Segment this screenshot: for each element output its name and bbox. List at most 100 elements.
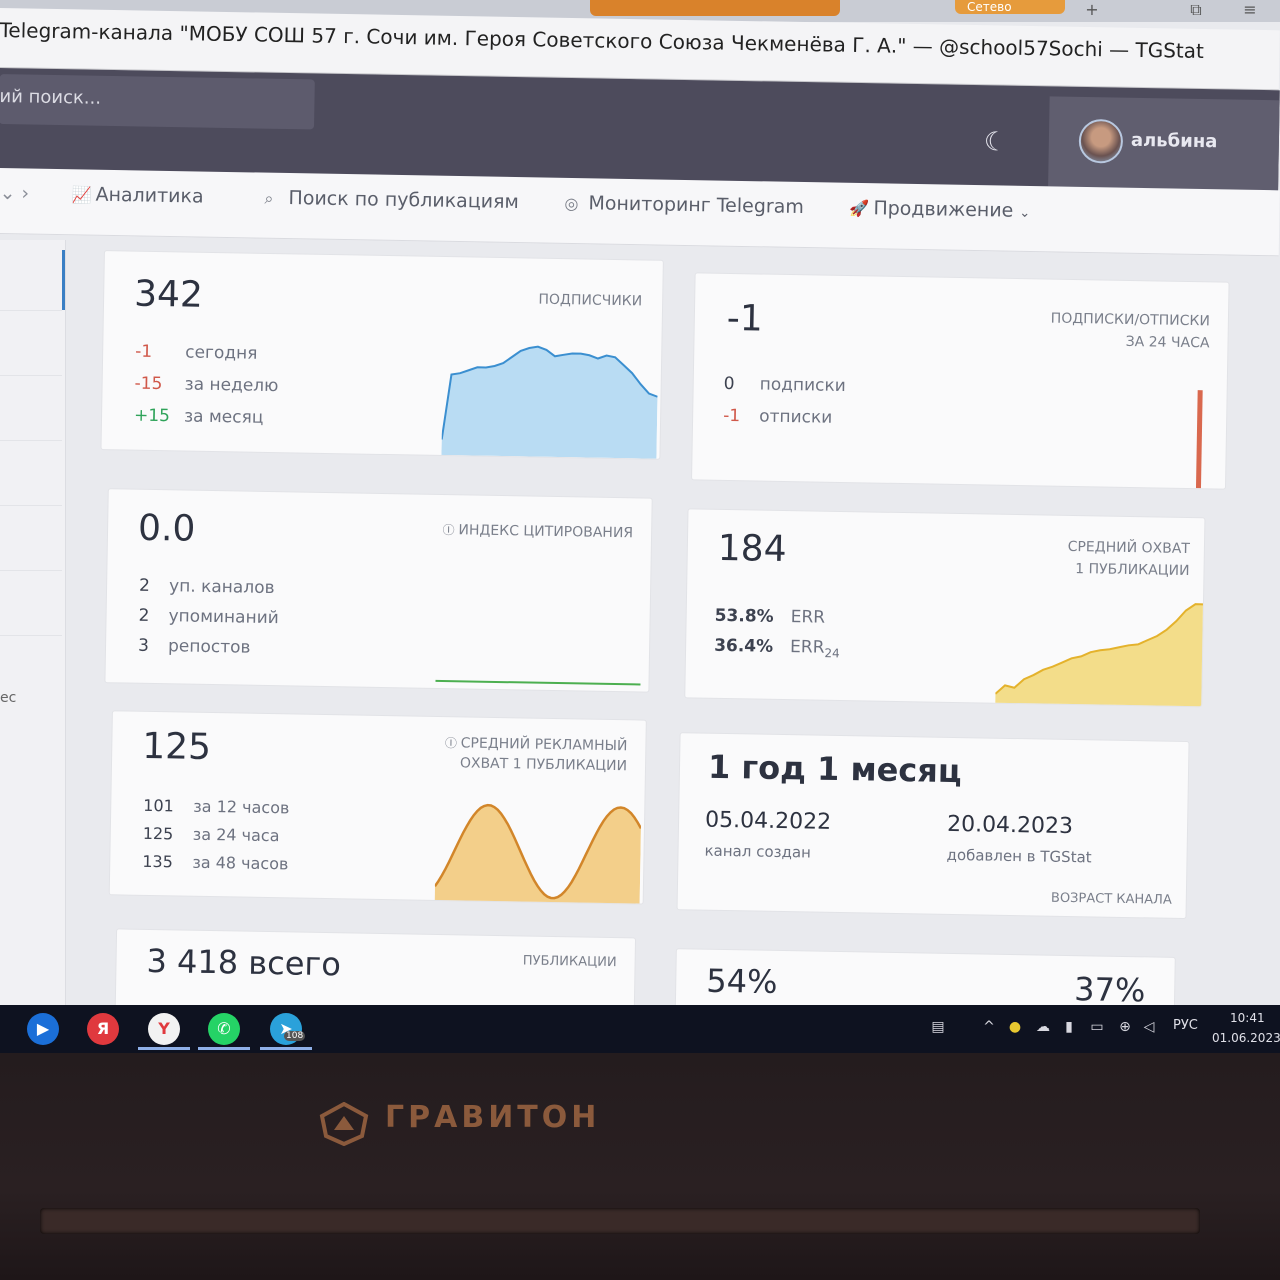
graviton-logo-icon [319,1102,369,1146]
volume-icon[interactable]: ◁ [1140,1019,1158,1037]
new-tab-icon[interactable]: + [1078,0,1106,22]
nav-item-label: Мониторинг Telegram [588,192,805,219]
microphone-icon[interactable]: ▮ [1060,1019,1078,1037]
card-title-line: СРЕДНИЙ РЕКЛАМНЫЙ [460,735,628,755]
stat-label: за 24 часа [192,824,280,846]
card-title-line: СРЕДНИЙ ОХВАТ [1067,538,1191,558]
browser-tab[interactable] [850,0,940,14]
laptop-brand: ГРАВИТОН [385,1100,601,1135]
stat-label: ERR [789,637,825,658]
unsubscribe-bar [1195,390,1203,489]
battery-icon[interactable]: ▭ [1088,1019,1106,1037]
card-title: ПУБЛИКАЦИИ [522,953,617,971]
clock-date[interactable]: 01.06.2023 [1212,1031,1280,1045]
stat-label: за 48 часов [192,852,289,874]
info-icon[interactable]: ⓘ [445,736,461,750]
subscribers-area [441,346,658,459]
nav-item-monitoring[interactable]: ◎ Мониторинг Telegram [564,192,804,218]
stat-label: за месяц [183,406,264,428]
sidebar-divider [0,635,62,636]
created-date: 05.04.2022 [704,807,832,835]
yandex-disk-icon[interactable]: ● [1006,1019,1024,1037]
ad-reach-area [434,805,641,905]
reach-sparkline [995,603,1205,708]
news-icon[interactable]: ▤ [926,1019,950,1037]
nav-item-analytics[interactable]: 📈 Аналитика [71,183,204,208]
stat-label: отписки [758,406,833,428]
active-app-indicator [198,1047,250,1050]
citation-baseline [435,679,641,686]
sidebar-item-label[interactable]: ес [0,690,16,706]
subscribers-card: 342 ПОДПИСЧИКИ -1 сегодня -15 за неделю +1… [100,250,664,460]
stat-row: 36.4% ERR24 [714,636,840,661]
stat-label: репостов [167,636,251,658]
menu-icon[interactable]: ≡ [1236,0,1264,22]
stat-row: 2 уп. каналов [139,576,275,598]
search-input[interactable]: ий поиск... [0,73,315,130]
rocket-icon: 🚀 [849,198,870,219]
moon-icon[interactable]: ☾ [984,127,1015,158]
stat-row: -1 отписки [723,406,832,428]
chevron-down-icon[interactable]: ⌄ › [0,182,29,205]
stat-label: ERR [790,607,826,628]
reach-card: 184 СРЕДНИЙ ОХВАТ 1 ПУБЛИКАЦИИ 53.8% ERR 3… [684,508,1206,708]
stat-value: 125 [142,823,174,844]
stat-label: сегодня [185,342,258,364]
card-title: ВОЗРАСТ КАНАЛА [1050,890,1172,908]
nav-item-post-search[interactable]: ⌕ Поиск по публикациям [264,187,519,213]
ad-reach-sparkline [434,803,642,905]
laptop-hinge [40,1208,1200,1234]
card-title: ПОДПИСКИ/ОТПИСКИ ЗА 24 ЧАСА [1050,308,1210,355]
bookmarks-icon[interactable]: ⧉ [1182,0,1210,22]
network-icon[interactable]: ⊕ [1116,1019,1134,1037]
stat-row: -1 сегодня [135,342,258,364]
percent-right: 37% [1073,970,1146,1010]
card-title-line: ЗА 24 ЧАСА [1125,333,1210,352]
stat-label: за неделю [184,374,279,397]
sidebar [0,240,66,1010]
cortana-icon[interactable]: ▶ [27,1013,59,1045]
stat-value: 101 [143,795,174,816]
stat-row: 125 за 24 часа [143,824,280,845]
yandex-browser-icon[interactable]: Y [148,1013,180,1045]
browser-tab-network[interactable]: Сетево [955,0,1065,14]
ad-reach-value: 125 [141,725,212,769]
stat-row: 53.8% ERR [715,606,826,628]
sidebar-divider [0,375,62,376]
clock-time[interactable]: 10:41 [1230,1011,1265,1025]
stat-label: за 12 часов [193,796,290,818]
stat-row: +15 за месяц [134,406,264,428]
subscribers-sparkline [441,345,658,459]
stat-value: 135 [142,851,174,872]
info-icon[interactable]: ⓘ [442,523,458,537]
active-app-indicator [260,1047,312,1050]
stat-row: -15 за неделю [134,374,278,397]
active-app-indicator [138,1047,190,1050]
card-title: ⓘ СРЕДНИЙ РЕКЛАМНЫЙ ОХВАТ 1 ПУБЛИКАЦИИ [444,733,628,776]
stat-row: 135 за 48 часов [142,852,288,874]
reach-area [995,604,1205,708]
nav-item-promotion[interactable]: 🚀 Продвижение ⌄ [849,197,1030,222]
average-reach: 184 [717,527,787,571]
card-title-line: ПОДПИСКИ/ОТПИСКИ [1050,310,1211,330]
avatar[interactable] [1078,118,1124,164]
nav-item-label: Продвижение [873,197,1014,222]
whatsapp-icon[interactable]: ✆ [208,1013,240,1045]
stat-row: 2 упоминаний [138,606,279,628]
nav-item-label: Аналитика [95,183,204,208]
stat-value: 36.4% [713,635,774,657]
yandex-icon[interactable]: Я [87,1013,119,1045]
channel-age: 1 год 1 месяц [707,747,962,791]
channel-age-card: 1 год 1 месяц 05.04.2022 канал создан 20… [676,732,1190,920]
language-indicator[interactable]: РУС [1173,1018,1198,1033]
cloud-icon[interactable]: ☁ [1034,1019,1052,1037]
posts-total: 3 418 всего [146,941,342,984]
subscribers-count: 342 [133,273,204,316]
stat-value: -15 [134,373,163,395]
chevron-down-icon: ⌄ [1019,205,1031,221]
user-menu[interactable]: альбина [1048,96,1280,191]
browser-tab-active[interactable] [590,0,840,16]
percent-left: 54% [705,961,778,1001]
chevron-up-icon[interactable]: ^ [980,1019,998,1037]
stat-value: 3 [137,635,150,656]
